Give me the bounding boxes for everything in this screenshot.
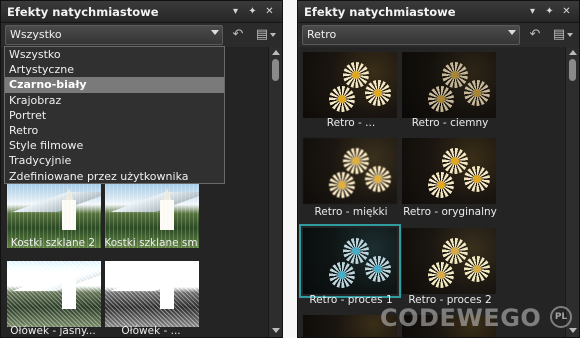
thumbnail-label: Kostki szklane sm <box>104 237 198 249</box>
chevron-down-icon[interactable] <box>211 30 219 35</box>
category-select-value: Retro <box>307 28 337 41</box>
dropdown-option[interactable]: Tradycyjnie <box>5 153 224 168</box>
scroll-down-icon[interactable] <box>272 328 280 333</box>
thumbnail-label: Ołówek - ... <box>121 325 181 337</box>
category-select-value: Wszystko <box>10 28 62 41</box>
left-panel-toolbar: Wszystko ↶ ▤ <box>1 23 282 47</box>
dropdown-option[interactable]: Portret <box>5 108 224 123</box>
dropdown-option[interactable]: Retro <box>5 123 224 138</box>
close-icon[interactable]: ✕ <box>263 4 276 19</box>
pin-icon[interactable]: ✦ <box>543 4 556 19</box>
thumbnail-label: Retro - miękki <box>314 206 388 218</box>
thumbnail-retro[interactable] <box>303 52 397 118</box>
pin-icon[interactable]: ✦ <box>246 4 259 19</box>
right-panel-title: Efekty natychmiastowe <box>304 5 456 19</box>
thumbnail-retro-process-2[interactable] <box>402 228 496 294</box>
watermark-badge: PL <box>550 306 572 328</box>
thumbnail-pencil[interactable] <box>105 261 199 327</box>
right-scrollbar[interactable] <box>565 47 579 337</box>
left-panel-titlebar: Efekty natychmiastowe ▾ ✦ ✕ <box>1 1 282 23</box>
thumbnail-retro-original[interactable] <box>402 138 496 204</box>
dropdown-option[interactable]: Krajobraz <box>5 93 224 108</box>
options-icon[interactable]: ▤ <box>253 26 276 43</box>
category-select[interactable]: Wszystko <box>5 25 223 45</box>
right-panel-titlebar: Efekty natychmiastowe ▾ ✦ ✕ <box>298 1 579 23</box>
right-thumbnail-area: Retro - ... Retro - ciemny Retro - miękk… <box>298 47 565 337</box>
scroll-up-icon[interactable] <box>569 50 577 55</box>
thumbnail-retro-soft[interactable] <box>303 138 397 204</box>
panel-menu-chevron-icon[interactable]: ▾ <box>526 4 539 19</box>
scroll-thumb[interactable] <box>272 59 279 81</box>
left-scrollbar[interactable] <box>268 47 282 337</box>
left-panel-title: Efekty natychmiastowe <box>7 5 159 19</box>
right-panel-toolbar: Retro ↶ ▤ <box>298 23 579 47</box>
close-icon[interactable]: ✕ <box>560 4 573 19</box>
thumbnail-label: Retro - oryginalny <box>403 206 497 218</box>
category-select[interactable]: Retro <box>302 25 520 45</box>
chevron-down-icon[interactable] <box>508 30 516 35</box>
thumbnail-label: Kostki szklane 2 <box>10 237 96 249</box>
scroll-thumb[interactable] <box>569 59 576 81</box>
undo-icon[interactable]: ↶ <box>229 26 247 43</box>
thumbnail-label: Retro - ciemny <box>411 117 489 129</box>
thumbnail-pencil-light[interactable] <box>7 261 101 327</box>
dropdown-option[interactable]: Wszystko <box>5 47 224 62</box>
left-effects-panel: Efekty natychmiastowe ▾ ✦ ✕ Wszystko ↶ ▤… <box>0 0 283 338</box>
thumbnail-retro-dark[interactable] <box>402 52 496 118</box>
right-effects-panel: Efekty natychmiastowe ▾ ✦ ✕ Retro ↶ ▤ Re… <box>297 0 580 338</box>
dropdown-option[interactable]: Zdefiniowane przez użytkownika <box>5 169 224 184</box>
panel-menu-chevron-icon[interactable]: ▾ <box>229 4 242 19</box>
dropdown-option[interactable]: Artystyczne <box>5 62 224 77</box>
thumbnail-label: Ołówek - jasny... <box>10 325 96 337</box>
options-icon[interactable]: ▤ <box>550 26 573 43</box>
dropdown-option-selected[interactable]: Czarno-biały <box>5 77 224 93</box>
undo-icon[interactable]: ↶ <box>526 26 544 43</box>
thumbnail-label: Retro - ... <box>326 117 376 129</box>
scroll-up-icon[interactable] <box>272 50 280 55</box>
dropdown-option[interactable]: Style filmowe <box>5 138 224 153</box>
watermark-text: CODEWEGO <box>380 304 542 332</box>
thumbnail-retro-process-1[interactable] <box>299 224 401 298</box>
scroll-down-icon[interactable] <box>569 328 577 333</box>
category-dropdown-list: Wszystko Artystyczne Czarno-biały Krajob… <box>4 46 225 184</box>
